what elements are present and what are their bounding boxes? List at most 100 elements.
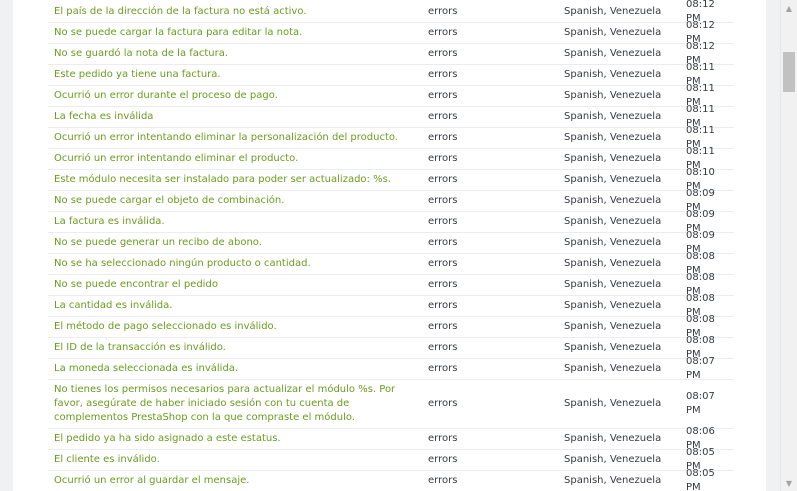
language-cell: Spanish, Venezuela [564, 27, 662, 38]
table-row: Este pedido ya tiene una factura. errors S… [48, 62, 734, 87]
language-cell: Spanish, Venezuela [564, 398, 662, 409]
language-cell: Spanish, Venezuela [564, 216, 662, 227]
message-link[interactable]: El país de la dirección de la factura no… [48, 5, 422, 19]
table-row: No tienes los permisos necesarios para a… [48, 380, 734, 429]
table-row: Ocurrió un error durante el proceso de p… [48, 83, 734, 108]
vertical-scrollbar[interactable]: ▲ ▼ [780, 0, 797, 491]
table-row: La moneda seleccionada es inválida. error… [48, 356, 734, 381]
domain-cell: errors [428, 398, 458, 409]
table-row: El ID de la transacción es inválido. erro… [48, 335, 734, 360]
domain-cell: errors [428, 321, 458, 332]
domain-cell: errors [428, 342, 458, 353]
message-link[interactable]: La moneda seleccionada es inválida. [48, 362, 422, 376]
domain-cell: errors [428, 195, 458, 206]
message-link[interactable]: No se puede encontrar el pedido [48, 278, 422, 292]
message-link[interactable]: No tienes los permisos necesarios para a… [48, 383, 422, 425]
message-link[interactable]: La factura es inválida. [48, 215, 422, 229]
table-row: No se puede generar un recibo de abono. e… [48, 230, 734, 255]
message-link[interactable]: El ID de la transacción es inválido. [48, 341, 422, 355]
language-cell: Spanish, Venezuela [564, 90, 662, 101]
message-link[interactable]: Este módulo necesita ser instalado para … [48, 173, 422, 187]
domain-cell: errors [428, 454, 458, 465]
domain-cell: errors [428, 90, 458, 101]
domain-cell: errors [428, 363, 458, 374]
message-link[interactable]: Ocurrió un error intentando eliminar el … [48, 152, 422, 166]
language-cell: Spanish, Venezuela [564, 153, 662, 164]
time-cell: 08:07 PM [686, 391, 715, 416]
language-cell: Spanish, Venezuela [564, 111, 662, 122]
table-row: No se guardó la nota de la factura. error… [48, 41, 734, 66]
left-gutter [0, 0, 13, 491]
domain-cell: errors [428, 132, 458, 143]
language-cell: Spanish, Venezuela [564, 258, 662, 269]
language-cell: Spanish, Venezuela [564, 433, 662, 444]
language-cell: Spanish, Venezuela [564, 195, 662, 206]
table-row: El pedido ya ha sido asignado a este est… [48, 426, 734, 451]
message-link[interactable]: Ocurrió un error al guardar el mensaje. [48, 474, 422, 488]
message-link[interactable]: El método de pago seleccionado es inváli… [48, 320, 422, 334]
table-row: Ocurrió un error intentando eliminar el … [48, 146, 734, 171]
table-row: No se puede cargar el objeto de combinac… [48, 188, 734, 213]
domain-cell: errors [428, 216, 458, 227]
time-cell: 08:05 PM [686, 468, 715, 491]
message-link[interactable]: No se guardó la nota de la factura. [48, 47, 422, 61]
domain-cell: errors [428, 153, 458, 164]
domain-cell: errors [428, 300, 458, 311]
language-cell: Spanish, Venezuela [564, 454, 662, 465]
page: El país de la dirección de la factura no… [0, 0, 797, 491]
translations-table: El país de la dirección de la factura no… [48, 0, 734, 491]
message-link[interactable]: Este pedido ya tiene una factura. [48, 68, 422, 82]
domain-cell: errors [428, 279, 458, 290]
message-link[interactable]: No se puede generar un recibo de abono. [48, 236, 422, 250]
table-row: No se puede cargar la factura para edita… [48, 20, 734, 45]
table-row: La factura es inválida. errors Spanish, Ve… [48, 209, 734, 234]
language-cell: Spanish, Venezuela [564, 48, 662, 59]
time-cell: 08:07 PM [686, 356, 715, 381]
language-cell: Spanish, Venezuela [564, 475, 662, 486]
language-cell: Spanish, Venezuela [564, 279, 662, 290]
table-row: No se puede encontrar el pedido errors Spa… [48, 272, 734, 297]
domain-cell: errors [428, 6, 458, 17]
language-cell: Spanish, Venezuela [564, 321, 662, 332]
language-cell: Spanish, Venezuela [564, 342, 662, 353]
table-row: El método de pago seleccionado es inváli… [48, 314, 734, 339]
scroll-up-arrow-icon[interactable]: ▲ [781, 0, 797, 16]
language-cell: Spanish, Venezuela [564, 132, 662, 143]
domain-cell: errors [428, 433, 458, 444]
message-link[interactable]: La cantidad es inválida. [48, 299, 422, 313]
message-link[interactable]: El pedido ya ha sido asignado a este est… [48, 432, 422, 446]
language-cell: Spanish, Venezuela [564, 363, 662, 374]
table-row: El país de la dirección de la factura no… [48, 0, 734, 24]
table-row: La cantidad es inválida. errors Spanish, V… [48, 293, 734, 318]
message-link[interactable]: La fecha es inválida [48, 110, 422, 124]
language-cell: Spanish, Venezuela [564, 300, 662, 311]
right-gutter [766, 0, 780, 491]
domain-cell: errors [428, 237, 458, 248]
domain-cell: errors [428, 69, 458, 80]
message-link[interactable]: Ocurrió un error intentando eliminar la … [48, 131, 422, 145]
language-cell: Spanish, Venezuela [564, 69, 662, 80]
domain-cell: errors [428, 111, 458, 122]
message-link[interactable]: Ocurrió un error durante el proceso de p… [48, 89, 422, 103]
table-row: No se ha seleccionado ningún producto o … [48, 251, 734, 276]
message-link[interactable]: No se puede cargar el objeto de combinac… [48, 194, 422, 208]
table-row: Ocurrió un error al guardar el mensaje. e… [48, 468, 734, 491]
domain-cell: errors [428, 475, 458, 486]
language-cell: Spanish, Venezuela [564, 237, 662, 248]
language-cell: Spanish, Venezuela [564, 174, 662, 185]
language-cell: Spanish, Venezuela [564, 6, 662, 17]
table-row: La fecha es inválida errors Spanish, Venez… [48, 104, 734, 129]
scrollbar-thumb[interactable] [783, 52, 795, 92]
message-link[interactable]: No se puede cargar la factura para edita… [48, 26, 422, 40]
domain-cell: errors [428, 174, 458, 185]
domain-cell: errors [428, 27, 458, 38]
domain-cell: errors [428, 258, 458, 269]
message-link[interactable]: No se ha seleccionado ningún producto o … [48, 257, 422, 271]
message-link[interactable]: El cliente es inválido. [48, 453, 422, 467]
domain-cell: errors [428, 48, 458, 59]
translations-panel: El país de la dirección de la factura no… [0, 0, 780, 491]
table-row: Ocurrió un error intentando eliminar la … [48, 125, 734, 150]
table-row: El cliente es inválido. errors Spanish, Ve… [48, 447, 734, 472]
scroll-down-arrow-icon[interactable]: ▼ [781, 475, 797, 491]
table-row: Este módulo necesita ser instalado para … [48, 167, 734, 192]
